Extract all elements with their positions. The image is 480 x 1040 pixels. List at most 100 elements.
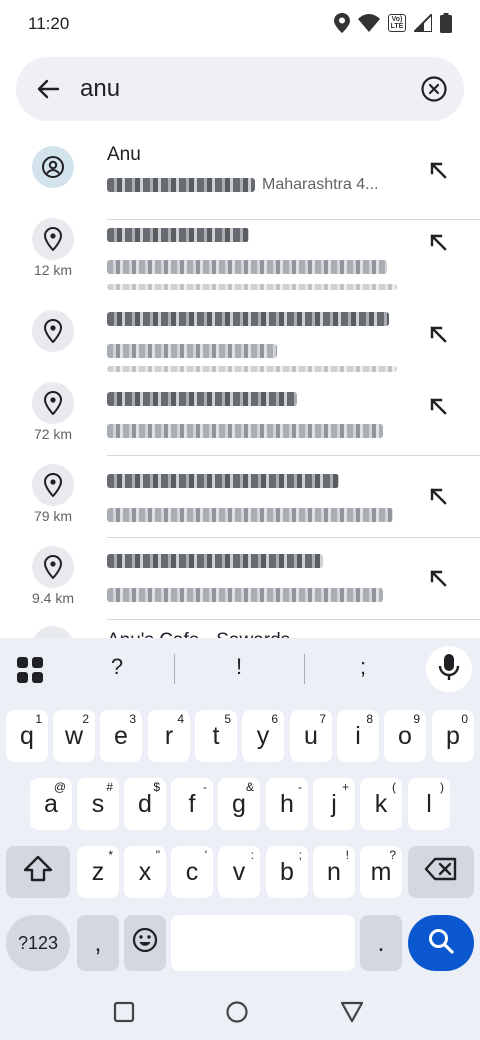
key-r[interactable]: r4 xyxy=(148,710,190,762)
apps-grid-icon[interactable] xyxy=(16,656,44,684)
key-hint: - xyxy=(298,780,302,794)
key-label: o xyxy=(398,721,412,750)
key-l[interactable]: l) xyxy=(408,778,450,830)
suggestion-place[interactable]: 9.4 km xyxy=(0,538,480,620)
emoji-key[interactable] xyxy=(124,915,166,971)
keyboard-suggestion[interactable]: ? xyxy=(52,654,182,680)
key-hint: " xyxy=(155,848,160,862)
keyboard-suggestion[interactable]: ; xyxy=(298,654,428,680)
blurred-title xyxy=(107,228,249,242)
key-p[interactable]: p0 xyxy=(432,710,474,762)
key-i[interactable]: i8 xyxy=(337,710,379,762)
key-label: n xyxy=(327,857,341,886)
fill-query-arrow-icon[interactable] xyxy=(426,230,450,254)
search-key[interactable] xyxy=(408,915,474,971)
emoji-icon xyxy=(132,927,158,960)
key-j[interactable]: j + xyxy=(313,778,355,830)
key-hint: & xyxy=(245,780,254,794)
key-q[interactable]: q1 xyxy=(6,710,48,762)
key-o[interactable]: o9 xyxy=(384,710,426,762)
key-v[interactable]: v: xyxy=(218,846,260,898)
keyboard-suggestion[interactable]: ! xyxy=(174,654,304,680)
symbols-key[interactable]: ?123 xyxy=(6,915,70,971)
key-f[interactable]: f- xyxy=(171,778,213,830)
key-label: c xyxy=(185,857,199,886)
key-e[interactable]: e3 xyxy=(100,710,142,762)
battery-icon xyxy=(440,13,452,33)
key-label: s xyxy=(91,789,105,818)
suggestion-place[interactable]: 79 km xyxy=(0,456,480,538)
key-x[interactable]: x " xyxy=(124,846,166,898)
comma-key[interactable]: , xyxy=(77,915,119,971)
fill-query-arrow-icon[interactable] xyxy=(426,394,450,418)
key-d[interactable]: d $ xyxy=(124,778,166,830)
key-label: b xyxy=(280,857,294,886)
key-hint: ! xyxy=(345,848,349,862)
blurred-line xyxy=(107,284,397,290)
key-t[interactable]: t5 xyxy=(195,710,237,762)
suggestion-distance: 79 km xyxy=(33,508,73,524)
fill-query-arrow-icon[interactable] xyxy=(426,484,450,508)
key-z[interactable]: z * xyxy=(77,846,119,898)
blurred-subtitle xyxy=(107,344,277,358)
key-label: k xyxy=(374,789,388,818)
suggestion-title: Anu xyxy=(107,144,141,165)
key-label: q xyxy=(20,721,34,750)
shift-key[interactable] xyxy=(6,846,70,898)
key-w[interactable]: w2 xyxy=(53,710,95,762)
recents-square-icon[interactable] xyxy=(112,1000,136,1024)
key-k[interactable]: k( xyxy=(360,778,402,830)
microphone-button[interactable] xyxy=(426,646,472,692)
key-n[interactable]: n! xyxy=(313,846,355,898)
clear-search-icon[interactable] xyxy=(420,75,448,103)
key-m[interactable]: m? xyxy=(360,846,402,898)
key-label: f xyxy=(188,789,196,818)
search-input[interactable]: anu xyxy=(80,75,120,103)
status-bar: 11:20 Vo) LTE xyxy=(0,0,480,48)
key-g[interactable]: g & xyxy=(218,778,260,830)
back-triangle-icon[interactable] xyxy=(340,1000,364,1024)
home-circle-icon[interactable] xyxy=(225,1000,249,1024)
status-icons: Vo) LTE xyxy=(334,13,452,33)
contact-icon xyxy=(32,146,74,188)
key-hint: 0 xyxy=(461,712,468,726)
period-key[interactable]: . xyxy=(360,915,402,971)
suggestion-place[interactable]: 12 km xyxy=(0,210,480,292)
key-hint: 4 xyxy=(177,712,184,726)
key-hint: 3 xyxy=(129,712,136,726)
key-label: h xyxy=(280,789,294,818)
space-bar[interactable] xyxy=(171,915,355,971)
key-s[interactable]: s # xyxy=(77,778,119,830)
key-hint: - xyxy=(203,780,207,794)
key-label: l xyxy=(426,789,432,818)
location-icon xyxy=(334,13,350,33)
key-hint: ; xyxy=(298,848,302,862)
back-arrow-icon[interactable] xyxy=(34,75,62,103)
key-c[interactable]: c ' xyxy=(171,846,213,898)
key-label: ?123 xyxy=(17,932,59,953)
suggestion-distance: 12 km xyxy=(33,262,73,278)
key-a[interactable]: a @ xyxy=(30,778,72,830)
key-hint: ' xyxy=(204,848,207,862)
fill-query-arrow-icon[interactable] xyxy=(426,566,450,590)
shift-icon xyxy=(23,855,53,890)
signal-icon xyxy=(414,14,432,32)
key-label: d xyxy=(138,789,152,818)
search-icon xyxy=(427,927,455,960)
search-bar[interactable]: anu xyxy=(16,57,464,121)
key-u[interactable]: u7 xyxy=(290,710,332,762)
suggestion-place[interactable] xyxy=(0,292,480,374)
fill-query-arrow-icon[interactable] xyxy=(426,322,450,346)
suggestion-contact-anu[interactable]: Anu Maharashtra 4... xyxy=(0,138,480,220)
blurred-title xyxy=(107,312,389,326)
key-label: m xyxy=(370,857,392,886)
key-b[interactable]: b; xyxy=(266,846,308,898)
key-h[interactable]: h- xyxy=(266,778,308,830)
key-label: i xyxy=(355,721,361,750)
place-pin-icon xyxy=(32,546,74,588)
backspace-key[interactable] xyxy=(408,846,474,898)
key-y[interactable]: y6 xyxy=(242,710,284,762)
suggestion-place[interactable]: 72 km xyxy=(0,374,480,456)
key-label: u xyxy=(304,721,318,750)
fill-query-arrow-icon[interactable] xyxy=(426,158,450,182)
